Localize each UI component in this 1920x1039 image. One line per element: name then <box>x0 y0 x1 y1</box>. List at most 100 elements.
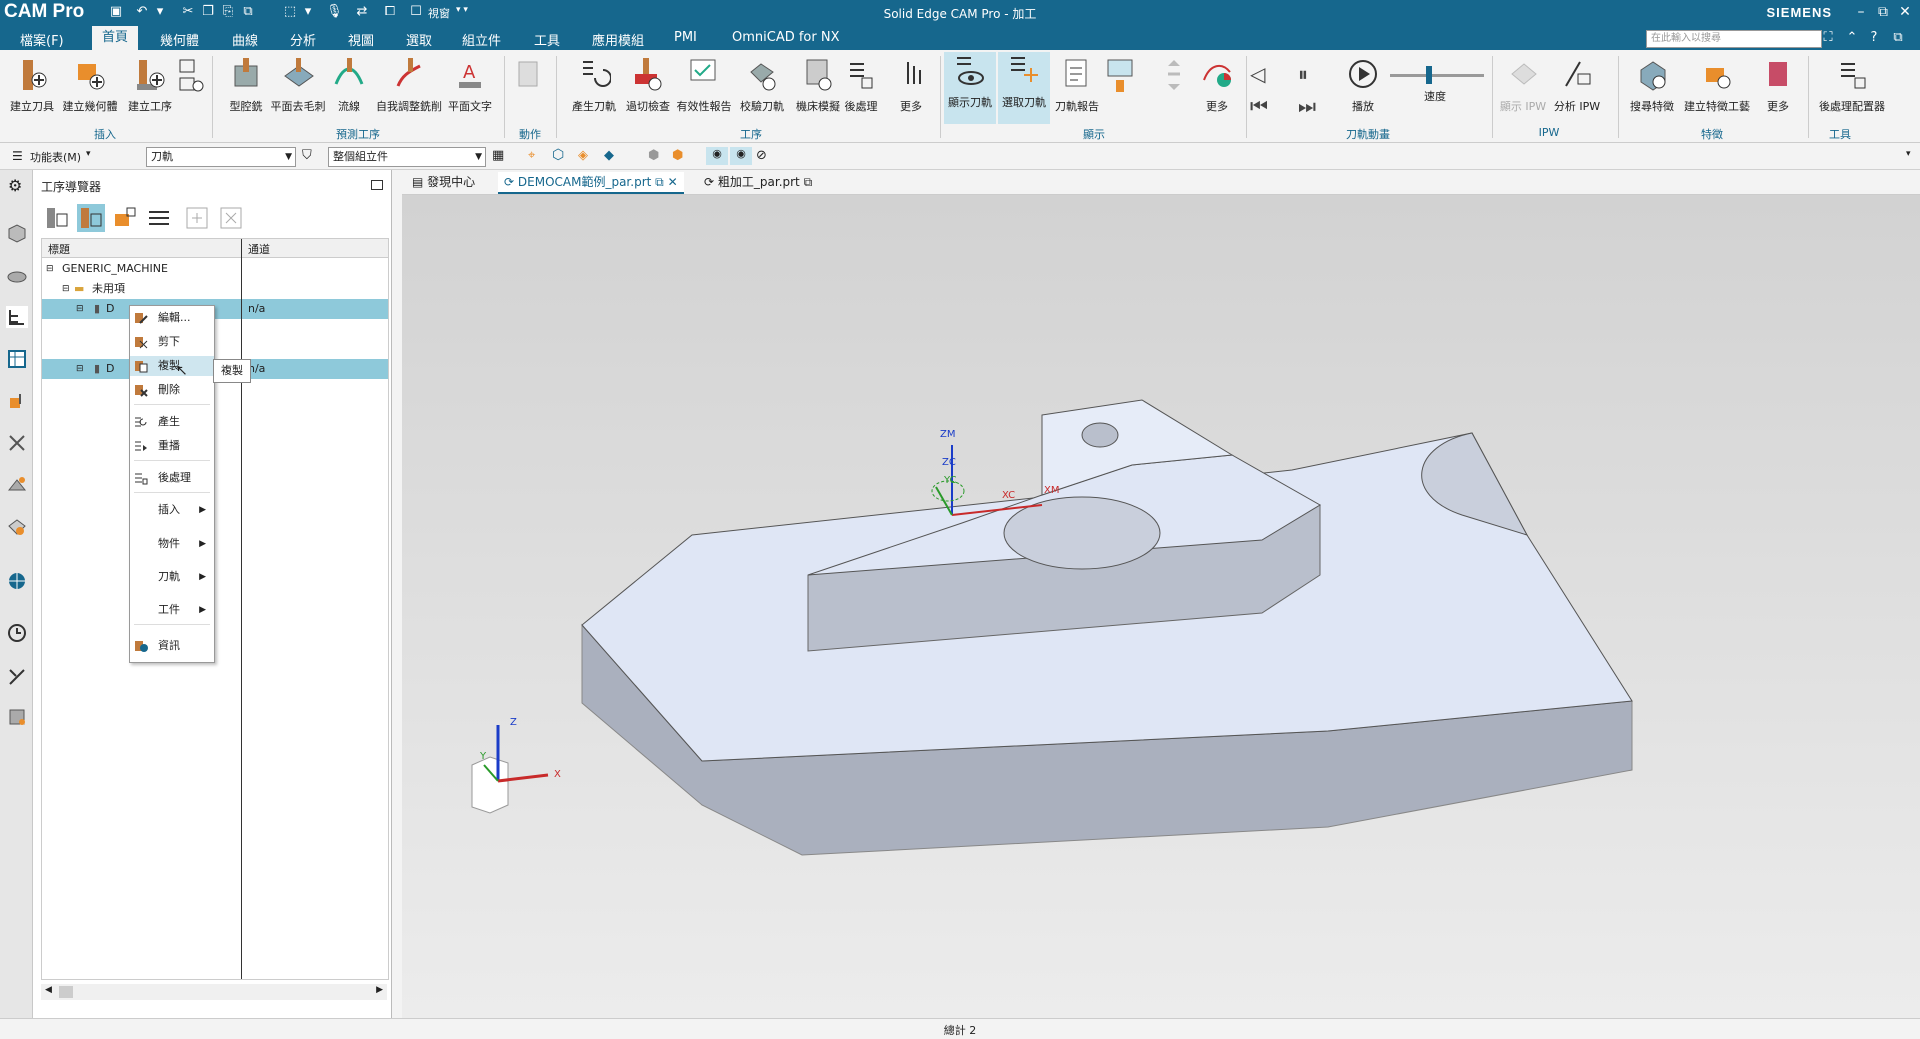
validity-report-button[interactable]: 有效性報告 <box>676 56 732 114</box>
part-navigator-icon[interactable] <box>6 222 28 244</box>
menu-applications[interactable]: 應用模組 <box>592 30 644 49</box>
maximize-panel-icon[interactable] <box>371 180 383 190</box>
horizontal-scrollbar[interactable]: ◀ ▶ <box>41 984 387 1000</box>
move-up-button[interactable] <box>1158 56 1190 94</box>
snap-point-icon[interactable]: ⌖ <box>528 148 535 163</box>
machining-method-view-icon[interactable] <box>145 204 173 232</box>
shade-icon[interactable]: ⬢ <box>672 148 683 163</box>
action-button[interactable] <box>508 56 548 98</box>
scroll-right-icon[interactable]: ▶ <box>376 985 383 995</box>
machine-tool-view-icon[interactable] <box>77 204 105 232</box>
find-features-button[interactable]: 搜尋特徵 <box>1624 56 1680 114</box>
machining-feature-icon[interactable] <box>6 432 28 454</box>
menu-item-object[interactable]: 物件 ▶ <box>130 534 214 554</box>
column-channel-header[interactable]: 通道 <box>248 241 270 257</box>
graphics-window[interactable]: ZM ZC YC XC XM X Y Z <box>402 195 1920 1018</box>
history-icon[interactable] <box>6 622 28 644</box>
more-display-button[interactable]: 更多 <box>1192 56 1242 114</box>
menu-home[interactable]: 首頁 <box>92 26 139 50</box>
select-toolpath-button[interactable]: 選取刀軌 <box>998 52 1050 124</box>
menu-file[interactable]: 檔案(F) <box>20 30 64 49</box>
menu-assembly[interactable]: 組立件 <box>462 30 501 49</box>
planar-deburr-button[interactable]: 平面去毛刺 <box>270 56 326 114</box>
pause-icon[interactable]: ⏸ <box>1298 62 1308 86</box>
menu-pmi[interactable]: PMI <box>674 30 697 45</box>
view-triad[interactable] <box>462 715 582 835</box>
display-toolpath-button[interactable]: 顯示刀軌 <box>944 52 996 124</box>
operation-navigator-icon[interactable] <box>6 306 28 328</box>
filter-icon[interactable]: ⛉ <box>302 148 312 163</box>
show-wcs-icon[interactable]: ◉ <box>730 147 752 165</box>
tab-discovery-center[interactable]: ▤ 發現中心 <box>406 172 481 192</box>
cavity-mill-button[interactable]: 型腔銑 <box>218 56 274 114</box>
menu-item-insert[interactable]: 插入 ▶ <box>130 500 214 520</box>
feature-navigator-icon[interactable] <box>6 390 28 412</box>
collapse-ribbon-icon[interactable]: ⌃ <box>1844 30 1860 46</box>
tree-row[interactable]: ⊟ GENERIC_MACHINE <box>42 259 388 279</box>
rewind-icon[interactable]: ⏮ <box>1250 94 1268 118</box>
menu-item-cut[interactable]: 剪下 <box>130 332 214 352</box>
menu-geometry[interactable]: 幾何體 <box>160 30 199 49</box>
display-ipw-button[interactable]: 顯示 IPW <box>1496 56 1550 114</box>
body-icon[interactable]: ◈ <box>578 148 588 163</box>
menu-analysis[interactable]: 分析 <box>290 30 316 49</box>
forward-icon[interactable]: ⏭ <box>1298 94 1316 118</box>
toolpath-report-button[interactable]: 刀軌報告 <box>1052 56 1102 114</box>
hexagon-icon[interactable]: ⬡ <box>552 147 564 163</box>
remove-column-icon[interactable] <box>217 204 245 232</box>
menu-omnicad[interactable]: OmniCAD for NX <box>732 30 840 45</box>
verify-toolpath-button[interactable]: 校驗刀軌 <box>734 56 790 114</box>
window-controls-icon[interactable]: ⧉ <box>1890 30 1906 46</box>
post-configurator-button[interactable]: 後處理配置器 <box>1812 56 1892 114</box>
machine-builder-icon[interactable] <box>6 706 28 728</box>
create-geometry-button[interactable]: 建立幾何體 <box>62 56 118 114</box>
chevron-down-icon[interactable]: ▾ <box>86 149 91 159</box>
collapse-icon[interactable]: ⊟ <box>76 359 84 379</box>
tab-democam-part[interactable]: ⟳ DEMOCAM範例_par.prt ⧉ ✕ <box>498 172 684 194</box>
restore-icon[interactable]: ⧉ <box>1874 3 1892 21</box>
column-name-header[interactable]: 標題 <box>48 241 70 257</box>
part-model[interactable] <box>402 195 1920 1018</box>
face-icon[interactable]: ◆ <box>604 148 614 163</box>
column-divider[interactable] <box>241 239 242 979</box>
tool-library-icon[interactable] <box>6 474 28 496</box>
tree-row[interactable]: ⊟ ▬ 未用項 <box>42 279 388 299</box>
menu-item-post-process[interactable]: 後處理 <box>130 468 214 488</box>
tab-rough-part[interactable]: ⟳ 粗加工_par.prt ⧉ <box>698 172 818 192</box>
post-process-button[interactable]: 後處理 <box>836 56 886 114</box>
generate-toolpath-button[interactable]: 產生刀軌 <box>566 56 622 114</box>
fullscreen-icon[interactable]: ⛶ <box>1820 30 1836 46</box>
close-icon[interactable]: ✕ <box>1896 3 1914 21</box>
menu-item-delete[interactable]: 刪除 <box>130 380 214 400</box>
collapse-icon[interactable]: ⊟ <box>76 299 84 319</box>
menu-item-copy[interactable]: 複製 <box>130 356 214 376</box>
assembly-navigator-icon[interactable] <box>6 264 28 286</box>
menu-item-replay[interactable]: 重播 <box>130 436 214 456</box>
view-icon[interactable]: ⬢ <box>648 148 659 163</box>
chevron-down-icon[interactable]: ▾ <box>1906 149 1911 159</box>
adaptive-mill-button[interactable]: 自我調整銑削 <box>374 56 444 114</box>
planar-text-button[interactable]: A 平面文字 <box>442 56 498 114</box>
settings-icon[interactable]: ⚙ <box>8 176 22 195</box>
menu-item-toolpath[interactable]: 刀軌 ▶ <box>130 567 214 587</box>
create-tool-button[interactable]: 建立刀具 <box>4 56 60 114</box>
menu-view[interactable]: 視圖 <box>348 30 374 49</box>
program-order-view-icon[interactable] <box>43 204 71 232</box>
function-menu[interactable]: 功能表(M) <box>30 149 81 165</box>
minimize-icon[interactable]: – <box>1852 3 1870 21</box>
geometry-view-icon[interactable] <box>111 204 139 232</box>
gouge-check-button[interactable]: 過切檢查 <box>620 56 676 114</box>
machine-tool-navigator-icon[interactable] <box>6 348 28 370</box>
menu-item-information[interactable]: 資訊 <box>130 636 214 656</box>
streamline-button[interactable]: 流線 <box>324 56 374 114</box>
menu-curve[interactable]: 曲線 <box>232 30 258 49</box>
step-back-icon[interactable]: ◁ <box>1250 62 1265 86</box>
type-filter-select[interactable]: 刀軌 ▼ <box>146 147 296 167</box>
show-mcs-icon[interactable]: ◉ <box>706 147 728 165</box>
menu-item-edit[interactable]: 編輯... <box>130 308 214 328</box>
scroll-thumb[interactable] <box>59 986 73 998</box>
web-browser-icon[interactable] <box>6 570 28 592</box>
hide-icon[interactable]: ⊘ <box>756 148 767 163</box>
collapse-icon[interactable]: ⊟ <box>62 279 70 299</box>
display-option-button[interactable] <box>1104 56 1134 94</box>
